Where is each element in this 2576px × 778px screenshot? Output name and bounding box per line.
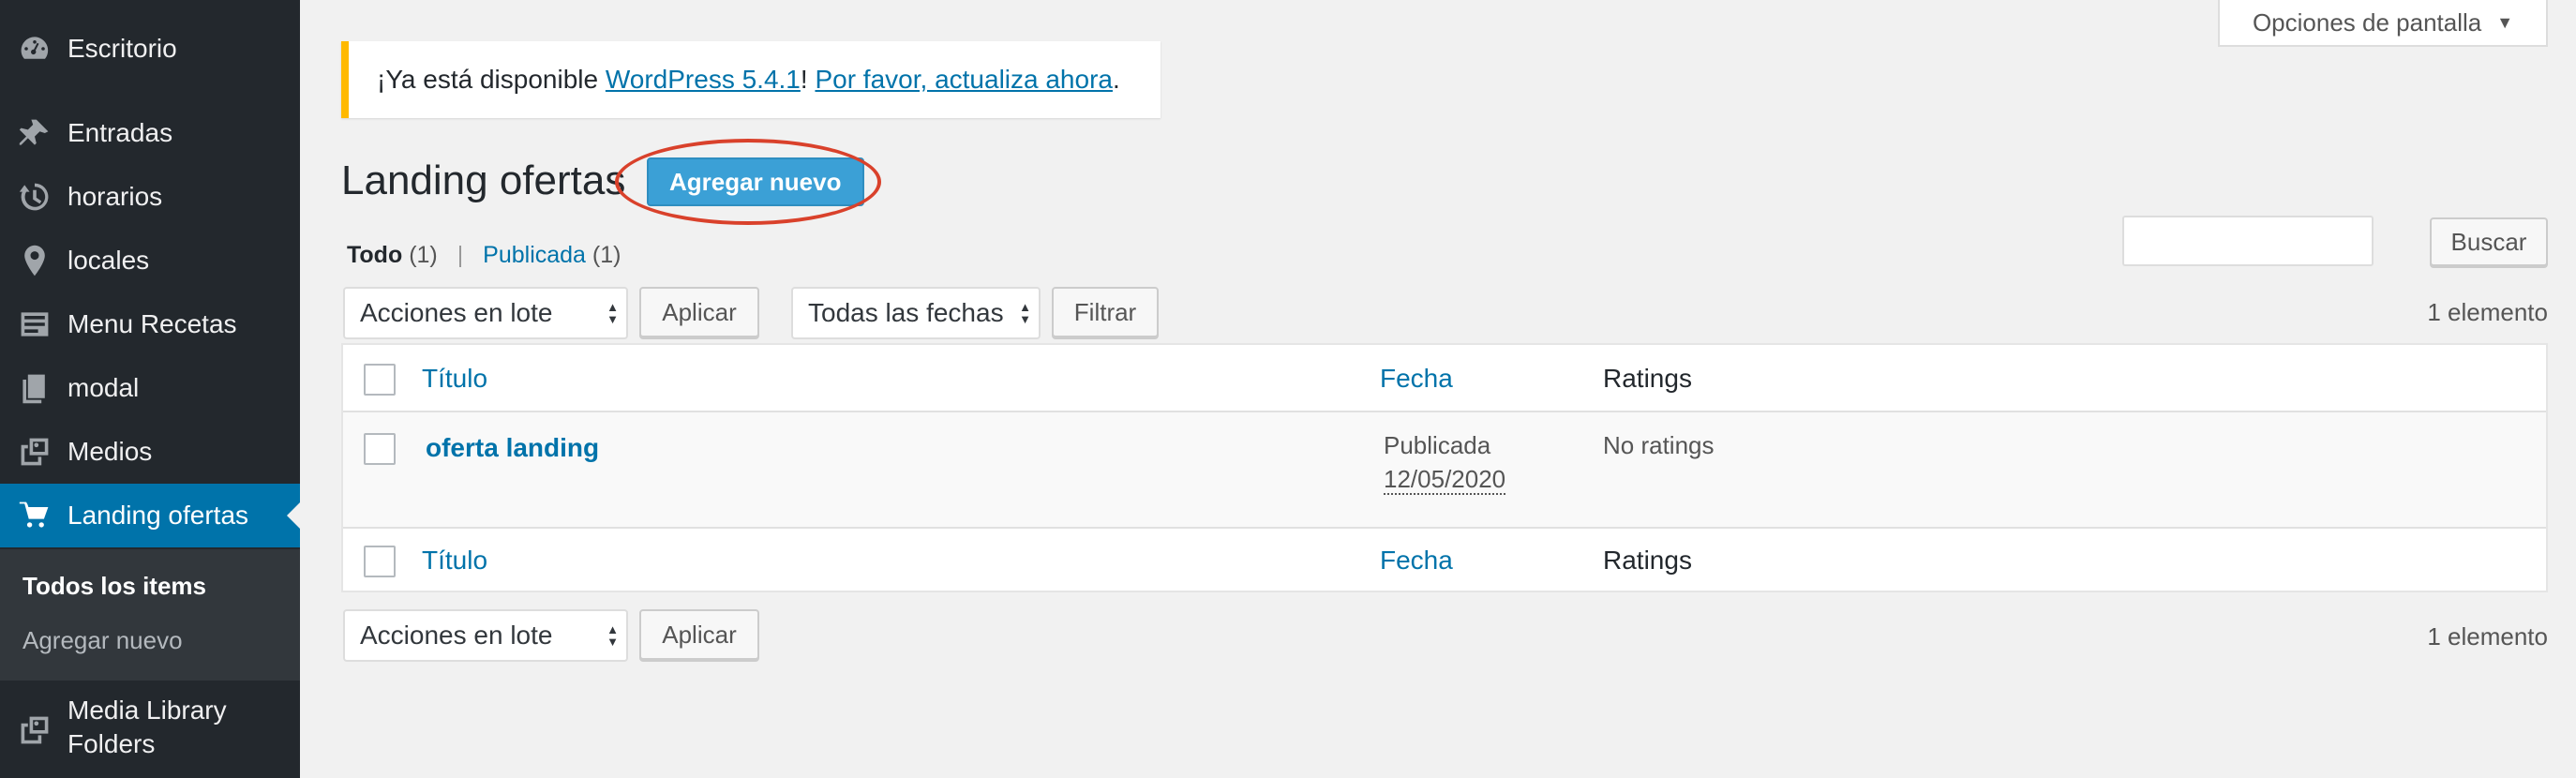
sidebar-item-landing-ofertas[interactable]: Landing ofertas <box>0 484 300 547</box>
view-all-count: (1) <box>409 242 438 268</box>
screen-options-label: Opciones de pantalla <box>2252 7 2482 37</box>
sidebar-item-menu-recetas[interactable]: Menu Recetas <box>0 292 300 356</box>
notice-text: ¡Ya está disponible <box>377 65 606 94</box>
screen-options-button[interactable]: Opciones de pantalla ▼ <box>2218 0 2548 47</box>
notice-text: ! <box>800 65 816 94</box>
row-ratings: No ratings <box>1603 431 1715 459</box>
label-line: Folders <box>67 729 156 758</box>
table-footer-row: Título Fecha Ratings <box>343 527 2546 592</box>
update-now-link[interactable]: Por favor, actualiza ahora <box>815 65 1113 95</box>
select-all-checkbox[interactable] <box>364 546 396 577</box>
search-input[interactable] <box>2122 216 2374 266</box>
sidebar-item-entradas[interactable]: Entradas <box>0 101 300 165</box>
submenu-item-todos[interactable]: Todos los items <box>22 572 206 601</box>
date-filter-value: Todas las fechas <box>808 298 1004 327</box>
apply-button-bottom[interactable]: Aplicar <box>639 609 759 660</box>
column-title-sort-link[interactable]: Título <box>422 546 487 576</box>
label-line: Media Library <box>67 696 227 725</box>
bulk-actions-value: Acciones en lote <box>360 298 553 327</box>
post-status-views: Todo (1) | Publicada (1) <box>347 242 621 269</box>
search-button[interactable]: Buscar <box>2430 217 2548 266</box>
select-all-checkbox[interactable] <box>364 364 396 396</box>
column-date-sort-link[interactable]: Fecha <box>1380 546 1453 576</box>
submenu-item-agregar-nuevo[interactable]: Agregar nuevo <box>22 626 183 655</box>
document-icon <box>17 307 52 342</box>
view-separator: | <box>457 242 464 268</box>
row-title-link[interactable]: oferta landing <box>426 433 599 463</box>
wordpress-version-link[interactable]: WordPress 5.4.1 <box>606 65 801 95</box>
sidebar-item-label: Media Library Folders <box>67 694 227 761</box>
page-title: Landing ofertas <box>341 157 626 203</box>
location-icon <box>17 243 52 278</box>
sidebar-item-label: locales <box>67 246 150 275</box>
apply-button[interactable]: Aplicar <box>639 287 759 337</box>
select-arrows-icon: ▲ ▼ <box>607 300 619 326</box>
column-ratings-header: Ratings <box>1603 546 1692 575</box>
notice-text: . <box>1112 65 1120 94</box>
caret-down-icon: ▼ <box>2496 12 2514 32</box>
media-icon <box>17 434 52 470</box>
view-published-link[interactable]: Publicada <box>483 242 586 268</box>
sidebar-item-label: Menu Recetas <box>67 309 237 338</box>
update-notice: ¡Ya está disponible WordPress 5.4.1! Por… <box>341 41 1161 118</box>
sidebar-item-escritorio[interactable]: Escritorio <box>0 17 300 81</box>
highlight-annotation <box>615 139 881 225</box>
row-checkbox[interactable] <box>364 433 396 465</box>
items-count: 1 elemento <box>2427 298 2548 326</box>
cart-icon <box>17 498 52 533</box>
history-icon <box>17 179 52 215</box>
row-status: Publicada <box>1384 431 1491 459</box>
pages-icon <box>17 370 52 406</box>
select-arrows-icon: ▲ ▼ <box>1019 300 1031 326</box>
view-published-count: (1) <box>592 242 622 268</box>
sidebar-item-label: horarios <box>67 182 163 211</box>
bulk-actions-value: Acciones en lote <box>360 621 553 650</box>
bulk-actions-select-bottom[interactable]: Acciones en lote ▲ ▼ <box>343 609 628 662</box>
items-count-bottom: 1 elemento <box>2427 622 2548 651</box>
media-icon <box>17 712 52 748</box>
dashboard-icon <box>17 31 52 67</box>
active-indicator <box>287 502 300 529</box>
sidebar-item-locales[interactable]: locales <box>0 229 300 292</box>
sidebar-item-horarios[interactable]: horarios <box>0 165 300 229</box>
bulk-actions-select[interactable]: Acciones en lote ▲ ▼ <box>343 287 628 339</box>
sidebar-item-modal[interactable]: modal <box>0 356 300 420</box>
sidebar-item-label: Landing ofertas <box>67 501 249 530</box>
sidebar-item-medios[interactable]: Medios <box>0 420 300 484</box>
pin-icon <box>17 115 52 151</box>
sidebar-submenu: Todos los items Agregar nuevo <box>0 549 300 681</box>
filter-button[interactable]: Filtrar <box>1052 287 1159 337</box>
sidebar-item-label: Entradas <box>67 118 173 147</box>
date-filter-select[interactable]: Todas las fechas ▲ ▼ <box>791 287 1041 339</box>
table-header-row: Título Fecha Ratings <box>343 345 2546 412</box>
row-date: 12/05/2020 <box>1384 465 1506 495</box>
sidebar-item-label: modal <box>67 373 140 402</box>
sidebar-item-label: Medios <box>67 437 153 466</box>
column-title-sort-link[interactable]: Título <box>422 364 487 394</box>
column-date-sort-link[interactable]: Fecha <box>1380 364 1453 394</box>
view-all-link[interactable]: Todo <box>347 242 402 268</box>
sidebar-item-label: Escritorio <box>67 34 177 63</box>
admin-sidebar: Escritorio Entradas horarios locales Men… <box>0 0 300 778</box>
select-arrows-icon: ▲ ▼ <box>607 622 619 649</box>
table-row: oferta landing Publicada 12/05/2020 No r… <box>343 412 2546 527</box>
column-ratings-header: Ratings <box>1603 364 1692 393</box>
posts-table: Título Fecha Ratings oferta landing Publ… <box>341 343 2548 592</box>
